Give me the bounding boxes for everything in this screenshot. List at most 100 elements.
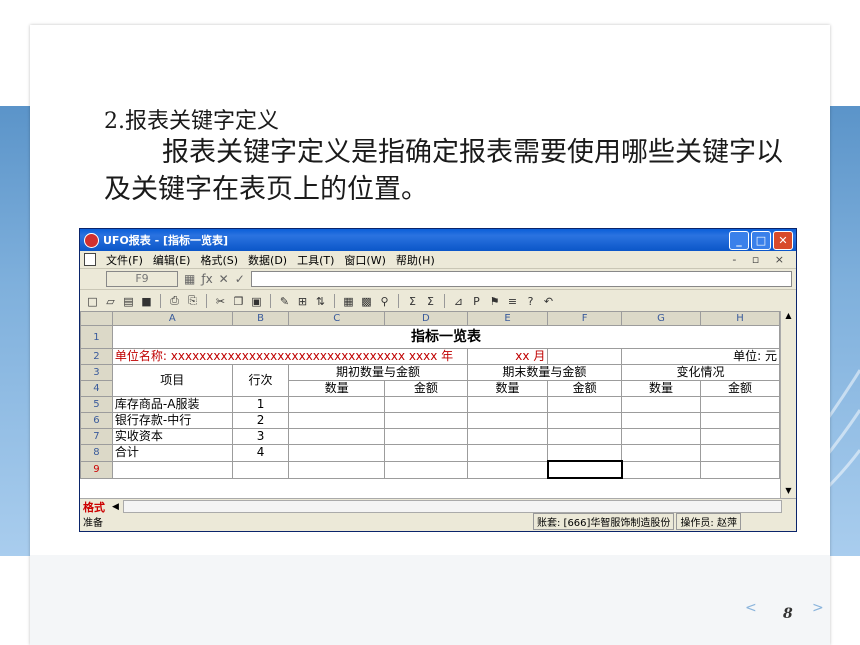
cell[interactable] [466,412,549,429]
property-icon[interactable]: P [470,295,483,308]
print-icon[interactable]: ⎘ [186,294,199,308]
copy-icon[interactable]: ❐ [232,295,245,308]
row-header[interactable]: 6 [80,412,113,429]
cell[interactable] [384,444,468,462]
line-cell[interactable]: 2 [231,412,290,429]
row-header[interactable]: 3 [80,364,113,381]
sum-column-icon[interactable]: Σ [424,295,437,308]
scroll-down-icon[interactable]: ▼ [781,486,796,498]
scroll-track[interactable] [781,323,796,486]
open-icon[interactable]: ▱ [104,295,117,308]
cell[interactable] [699,412,780,429]
cell[interactable] [547,348,623,365]
month-keyword-cell[interactable]: xx 月 [466,348,549,365]
cell[interactable] [288,460,386,479]
find-icon[interactable]: ⚲ [378,295,391,308]
menu-edit[interactable]: 编辑(E) [153,252,191,268]
cell[interactable] [384,460,468,479]
cell[interactable] [621,428,701,445]
paste-icon[interactable]: ▣ [250,295,263,308]
print-preview-icon[interactable]: ⎙ [168,294,181,308]
new-icon[interactable]: □ [86,295,99,308]
save-icon[interactable]: ■ [140,295,153,308]
item-header-cell[interactable]: 项目 [111,364,233,397]
cell[interactable] [699,396,780,413]
chart-icon[interactable]: ⊿ [452,295,465,308]
cell[interactable] [621,444,701,462]
formula-input[interactable] [250,271,792,287]
menu-help[interactable]: 帮助(H) [396,252,435,268]
document-icon[interactable] [84,253,96,266]
cell[interactable] [384,396,468,413]
quantity-header-cell[interactable]: 数量 [621,380,701,397]
page-icon[interactable]: ▤ [122,295,135,308]
report-title-cell[interactable]: 指标一览表 [111,325,780,349]
row-header[interactable]: 8 [80,444,113,462]
cell[interactable] [111,460,233,479]
row-header[interactable]: 1 [80,325,113,349]
log-icon[interactable]: ≡ [506,295,519,308]
sum-icon[interactable]: Σ [406,295,419,308]
cell[interactable] [288,444,386,462]
column-header[interactable]: F [547,311,623,326]
row-header[interactable]: 2 [80,348,113,365]
cell[interactable] [699,460,780,479]
function-icon[interactable]: ƒx [201,272,212,286]
item-cell[interactable]: 库存商品-A服装 [111,396,233,413]
cell[interactable] [621,396,701,413]
cell[interactable] [231,460,290,479]
cell[interactable] [547,412,623,429]
amount-header-cell[interactable]: 金额 [547,380,623,397]
cell[interactable] [466,428,549,445]
cell-reference-box[interactable]: F9 [106,271,178,287]
scroll-left-icon[interactable]: ◀ [108,502,123,512]
cancel-icon[interactable]: ✕ [219,272,229,286]
amount-header-cell[interactable]: 金额 [384,380,468,397]
menu-format[interactable]: 格式(S) [200,252,238,268]
confirm-icon[interactable]: ✓ [235,272,245,286]
insert-icon[interactable]: ⊞ [296,295,309,308]
prev-slide-button[interactable]: < [745,600,757,616]
column-header[interactable]: C [288,311,386,326]
line-header-cell[interactable]: 行次 [231,364,290,397]
cut-icon[interactable]: ✂ [214,295,227,308]
close-button[interactable]: ✕ [773,230,793,250]
item-cell[interactable]: 实收资本 [111,428,233,445]
selected-cell[interactable] [546,460,623,479]
item-cell[interactable]: 银行存款-中行 [111,412,233,429]
minimize-button[interactable]: _ [729,230,749,250]
sort-icon[interactable]: ⇅ [314,295,327,308]
help-pointer-icon[interactable]: ? [524,295,537,308]
row-header[interactable]: 9 [80,460,113,479]
begin-header-cell[interactable]: 期初数量与金额 [288,364,468,381]
table-icon[interactable]: ▩ [360,295,373,308]
menu-data[interactable]: 数据(D) [248,252,287,268]
scroll-up-icon[interactable]: ▲ [781,311,796,323]
column-header[interactable]: D [384,311,468,326]
maximize-button[interactable]: □ [751,230,771,250]
cell[interactable] [384,412,468,429]
cell[interactable] [699,444,780,462]
cell[interactable] [547,444,623,462]
row-header[interactable]: 7 [80,428,113,445]
cell[interactable] [288,428,386,445]
column-header[interactable]: A [111,311,233,326]
item-cell[interactable]: 合计 [111,444,233,462]
column-header[interactable]: G [621,311,701,326]
horizontal-scrollbar[interactable] [122,500,782,513]
corner-cell[interactable] [80,311,113,326]
cell[interactable] [466,444,549,462]
cell[interactable] [288,412,386,429]
vertical-scrollbar[interactable]: ▲ ▼ [780,311,796,498]
cell[interactable] [466,460,549,479]
line-cell[interactable]: 3 [231,428,290,445]
column-header[interactable]: H [699,311,780,326]
row-header[interactable]: 5 [80,396,113,413]
menu-file[interactable]: 文件(F) [106,252,143,268]
quantity-header-cell[interactable]: 数量 [466,380,549,397]
formula-list-icon[interactable]: ▦ [184,272,195,286]
cell[interactable] [547,428,623,445]
unit-name-keyword-cell[interactable]: 单位名称: xxxxxxxxxxxxxxxxxxxxxxxxxxxxxxxxx … [111,348,468,365]
line-cell[interactable]: 4 [231,444,290,462]
menu-window[interactable]: 窗口(W) [344,252,385,268]
